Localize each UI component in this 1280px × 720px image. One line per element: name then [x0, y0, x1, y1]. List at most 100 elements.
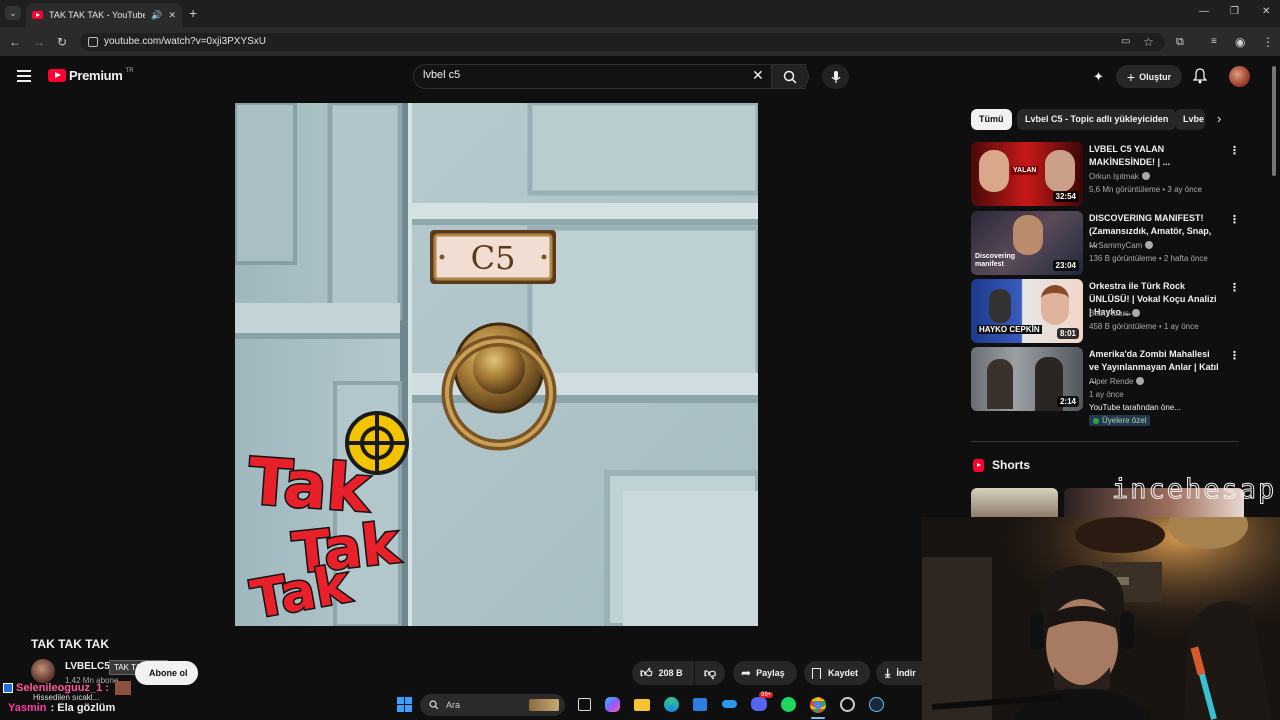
chat-text: : Ela gözlüm [50, 702, 116, 714]
logo-region: TR [125, 68, 134, 74]
media-controls-icon[interactable]: ≡ [1211, 33, 1217, 51]
extensions-icon[interactable]: ⧉ [1176, 33, 1184, 51]
tab-close-icon[interactable]: ✕ [168, 10, 176, 21]
video-meta: 1 ay önce [1089, 390, 1124, 399]
new-tab-button[interactable]: + [189, 5, 197, 21]
thumb-face-left [979, 150, 1009, 192]
bookmark-star-icon[interactable]: ☆ [1143, 33, 1154, 51]
dislike-button[interactable]: 👎︎ [695, 661, 725, 685]
search-input[interactable] [413, 64, 806, 89]
channel-name[interactable]: Alper Rende [1089, 377, 1145, 386]
chat-badge-icon [3, 683, 13, 693]
recommended-item[interactable]: YALAN 32:54 LVBEL C5 YALAN MAKİNESİNDE! … [971, 142, 1241, 206]
video-thumbnail[interactable]: 2:14 [971, 347, 1083, 411]
minimize-button[interactable]: — [1199, 6, 1209, 17]
save-button[interactable]: Kaydet [804, 661, 870, 685]
recommended-item[interactable]: Discovering manifest 23:04 DISCOVERING M… [971, 211, 1241, 275]
members-only-badge: Üyelere özel [1089, 415, 1151, 426]
channel-avatar[interactable] [31, 659, 55, 683]
youtube-logo[interactable]: Premium TR [48, 68, 134, 83]
duration-badge: 23:04 [1052, 260, 1079, 271]
address-bar[interactable]: youtube.com/watch?v=0xji3PXYSxU [80, 33, 1165, 51]
thumb-caption: HAYKO CEPKİN [977, 325, 1042, 334]
steam-icon[interactable] [869, 697, 884, 712]
app-icon[interactable] [722, 700, 737, 708]
notifications-bell-icon[interactable] [1192, 68, 1208, 89]
recommended-item[interactable]: 2:14 Amerika'da Zombi Mahallesi ve Yayın… [971, 347, 1241, 429]
tab-title: TAK TAK TAK - YouTube [49, 10, 146, 20]
thumb-person-left [987, 359, 1013, 409]
account-avatar[interactable] [1229, 66, 1250, 87]
chip-from-uploader[interactable]: Lvbel C5 - Topic adlı yükleyiciden [1017, 109, 1177, 130]
task-view-icon[interactable] [578, 698, 591, 711]
browser-tab-active[interactable]: TAK TAK TAK - YouTube 🔊 ✕ [26, 3, 182, 27]
plus-icon: + [1126, 68, 1136, 85]
video-meta: 458 B görüntüleme • 1 ay önce [1089, 322, 1199, 331]
cast-icon[interactable]: ▭ [1121, 33, 1130, 51]
shorts-thumbnail[interactable] [971, 488, 1058, 518]
verified-icon [1141, 172, 1150, 180]
create-label: Oluştur [1139, 71, 1172, 82]
more-actions-icon[interactable]: ⋮ [1229, 144, 1240, 157]
video-thumbnail[interactable]: Discovering manifest 23:04 [971, 211, 1083, 275]
shorts-header: Shorts [973, 458, 1030, 472]
chat-username: Yasmin [8, 702, 47, 714]
chip-all[interactable]: Tümü [971, 109, 1012, 130]
more-actions-icon[interactable]: ⋮ [1229, 281, 1240, 294]
channel-name-main[interactable]: LVBELC5 [65, 661, 110, 672]
video-meta: 5,6 Mn görüntüleme • 3 ay önce [1089, 185, 1203, 194]
close-window-button[interactable]: ✕ [1262, 6, 1270, 17]
subscribe-button[interactable]: Abone ol [135, 661, 198, 685]
profile-icon[interactable]: ◉ [1235, 33, 1245, 51]
chrome-icon[interactable] [810, 697, 826, 713]
video-thumbnail[interactable]: HAYKO CEPKİN 8:01 [971, 279, 1083, 343]
shorts-icon [973, 458, 984, 472]
recommended-item[interactable]: HAYKO CEPKİN 8:01 Orkestra ile Türk Rock… [971, 279, 1241, 343]
thumb-face-right [1045, 150, 1075, 192]
clear-search-icon[interactable]: ✕ [752, 67, 764, 84]
start-button[interactable] [397, 697, 412, 712]
webcam-feed [922, 517, 1280, 720]
youtube-play-icon [48, 69, 66, 82]
logo-premium-text: Premium [69, 68, 123, 83]
reload-button[interactable]: ↻ [57, 33, 67, 51]
search-button[interactable] [771, 64, 809, 89]
voice-search-button[interactable] [822, 64, 849, 89]
more-actions-icon[interactable]: ⋮ [1229, 349, 1240, 362]
create-button[interactable]: + Oluştur [1116, 65, 1182, 88]
section-divider [971, 441, 1239, 442]
channel-name[interactable]: Beth Roars [1089, 309, 1141, 318]
share-button[interactable]: ➦ Paylaş [733, 661, 797, 685]
video-thumbnail[interactable]: YALAN 32:54 [971, 142, 1083, 206]
spotify-icon[interactable] [781, 697, 796, 712]
taskbar-search[interactable]: Ara [420, 694, 565, 716]
back-button[interactable]: ← [9, 33, 21, 51]
thumbs-up-icon: 👍︎ [640, 666, 653, 680]
tab-list-button[interactable]: ⌄ [5, 6, 21, 20]
site-info-icon[interactable] [88, 37, 98, 47]
search-highlight-icon [529, 699, 559, 711]
app-icon-2[interactable] [840, 697, 855, 712]
premium-controls-icon[interactable]: ✦ [1093, 69, 1104, 85]
discord-icon[interactable]: 99+ [751, 692, 774, 711]
edge-icon[interactable] [664, 697, 679, 712]
thumb-caption: YALAN [1011, 166, 1039, 175]
channel-name[interactable]: MrSammyCam [1089, 241, 1154, 250]
verified-icon [1132, 309, 1141, 317]
hamburger-menu-icon[interactable] [17, 70, 31, 82]
chip-lvbel[interactable]: Lvbe [1175, 109, 1205, 130]
video-title[interactable]: LVBEL C5 YALAN MAKİNESİNDE! | ... [1089, 143, 1219, 169]
video-player[interactable]: C5 Tak Tak Tak [235, 103, 758, 626]
channel-name[interactable]: Orkun Işıtmak [1089, 172, 1150, 181]
like-count: 208 B [658, 668, 683, 678]
chips-next-icon[interactable]: › [1217, 111, 1221, 126]
store-icon[interactable] [693, 698, 707, 711]
forward-button[interactable]: → [33, 33, 45, 51]
like-button[interactable]: 👍︎ 208 B [632, 661, 694, 685]
restore-button[interactable]: ❐ [1230, 6, 1239, 17]
more-actions-icon[interactable]: ⋮ [1229, 213, 1240, 226]
copilot-icon[interactable] [605, 697, 620, 712]
speaker-icon[interactable]: 🔊 [151, 10, 162, 21]
browser-menu-icon[interactable]: ⋮ [1262, 33, 1274, 51]
file-explorer-icon[interactable] [634, 699, 650, 711]
